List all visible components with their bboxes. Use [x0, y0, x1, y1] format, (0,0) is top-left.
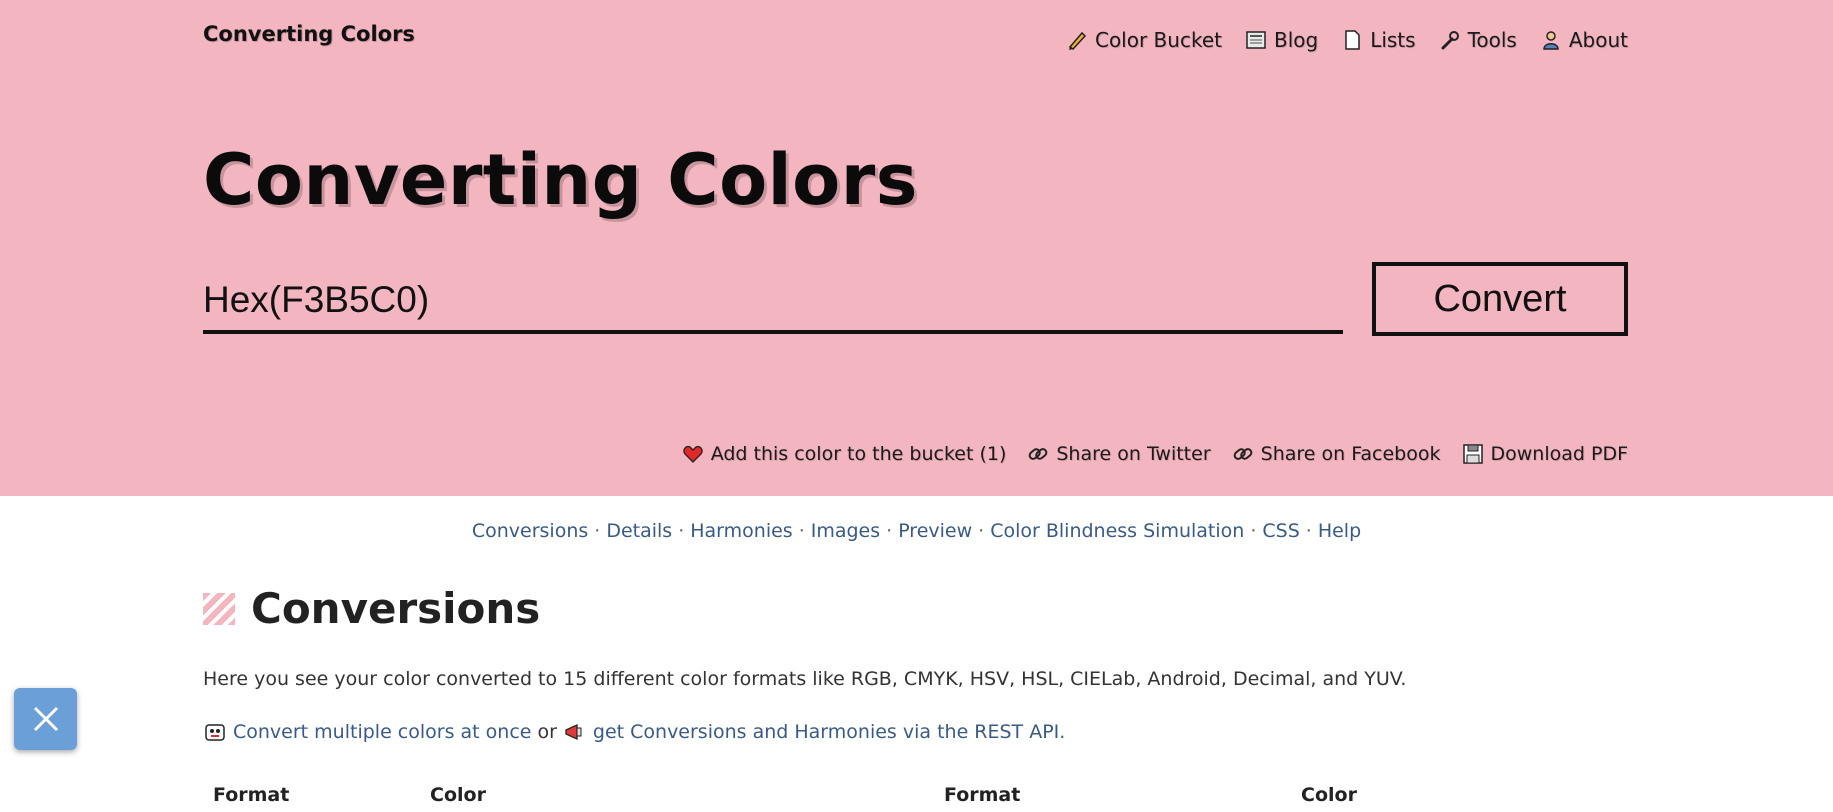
- link-icon: [1026, 442, 1050, 466]
- separator: ·: [1250, 520, 1257, 542]
- megaphone-icon: [563, 720, 587, 744]
- nav-label: About: [1568, 28, 1628, 52]
- nav-label: Blog: [1273, 28, 1319, 52]
- subnav-details[interactable]: Details: [606, 520, 672, 542]
- nav-label: Lists: [1370, 28, 1416, 52]
- separator: ·: [594, 520, 601, 542]
- close-icon: [29, 702, 63, 736]
- heart-icon: [681, 442, 705, 466]
- action-bar: Add this color to the bucket (1) Share o…: [681, 442, 1628, 466]
- person-icon: [1539, 28, 1563, 52]
- action-label: Share on Twitter: [1056, 443, 1211, 465]
- link-icon: [1231, 442, 1255, 466]
- subnav-css[interactable]: CSS: [1262, 520, 1299, 542]
- share-twitter-button[interactable]: Share on Twitter: [1026, 442, 1211, 466]
- table-header-color: Color: [430, 784, 486, 806]
- top-navigation: Color Bucket Blog Lists Tools About: [1065, 28, 1628, 52]
- subnav-harmonies[interactable]: Harmonies: [690, 520, 792, 542]
- share-facebook-button[interactable]: Share on Facebook: [1231, 442, 1441, 466]
- conversions-intro: Here you see your color converted to 15 …: [203, 668, 1407, 690]
- separator: ·: [798, 520, 805, 542]
- nav-color-bucket[interactable]: Color Bucket: [1065, 28, 1222, 52]
- color-input[interactable]: [203, 270, 1343, 334]
- table-header-color: Color: [1301, 784, 1357, 806]
- subnav-preview[interactable]: Preview: [898, 520, 972, 542]
- nav-label: Color Bucket: [1094, 28, 1222, 52]
- nav-tools[interactable]: Tools: [1438, 28, 1517, 52]
- robot-icon: [203, 720, 227, 744]
- subnav-help[interactable]: Help: [1318, 520, 1361, 542]
- download-pdf-button[interactable]: Download PDF: [1461, 442, 1629, 466]
- subnav-color-blindness[interactable]: Color Blindness Simulation: [990, 520, 1244, 542]
- convert-multiple-link[interactable]: Convert multiple colors at once: [233, 721, 531, 743]
- floppy-icon: [1461, 442, 1485, 466]
- conversions-links: Convert multiple colors at once or get C…: [203, 720, 1065, 744]
- stripe-icon: [203, 593, 235, 625]
- pencil-icon: [1065, 28, 1089, 52]
- subnav-conversions[interactable]: Conversions: [472, 520, 588, 542]
- separator: ·: [678, 520, 685, 542]
- action-label: Download PDF: [1490, 443, 1629, 465]
- document-icon: [1340, 28, 1364, 52]
- conversions-heading: Conversions: [203, 584, 540, 634]
- close-button[interactable]: [14, 688, 77, 750]
- table-header-format: Format: [213, 784, 290, 806]
- newspaper-icon: [1244, 28, 1268, 52]
- separator: ·: [886, 520, 893, 542]
- subnav-images[interactable]: Images: [811, 520, 880, 542]
- convert-button[interactable]: Convert: [1372, 262, 1628, 336]
- action-label: Add this color to the bucket (1): [710, 443, 1007, 465]
- nav-blog[interactable]: Blog: [1244, 28, 1318, 52]
- separator: ·: [1305, 520, 1312, 542]
- page-title: Converting Colors: [203, 139, 918, 221]
- brand-logo[interactable]: Converting Colors: [203, 22, 415, 46]
- rest-api-link[interactable]: get Conversions and Harmonies via the RE…: [593, 721, 1065, 743]
- table-header-format: Format: [944, 784, 1021, 806]
- hero-banner: Converting Colors Color Bucket Blog List…: [0, 0, 1833, 496]
- wrench-icon: [1438, 28, 1462, 52]
- nav-about[interactable]: About: [1539, 28, 1628, 52]
- action-label: Share on Facebook: [1260, 443, 1441, 465]
- separator: ·: [978, 520, 985, 542]
- nav-label: Tools: [1467, 28, 1517, 52]
- nav-lists[interactable]: Lists: [1340, 28, 1416, 52]
- section-nav: Conversions · Details · Harmonies · Images · Pre…: [0, 520, 1833, 542]
- or-text: or: [537, 721, 557, 743]
- add-to-bucket-button[interactable]: Add this color to the bucket (1): [681, 442, 1007, 466]
- section-title: Conversions: [251, 584, 541, 633]
